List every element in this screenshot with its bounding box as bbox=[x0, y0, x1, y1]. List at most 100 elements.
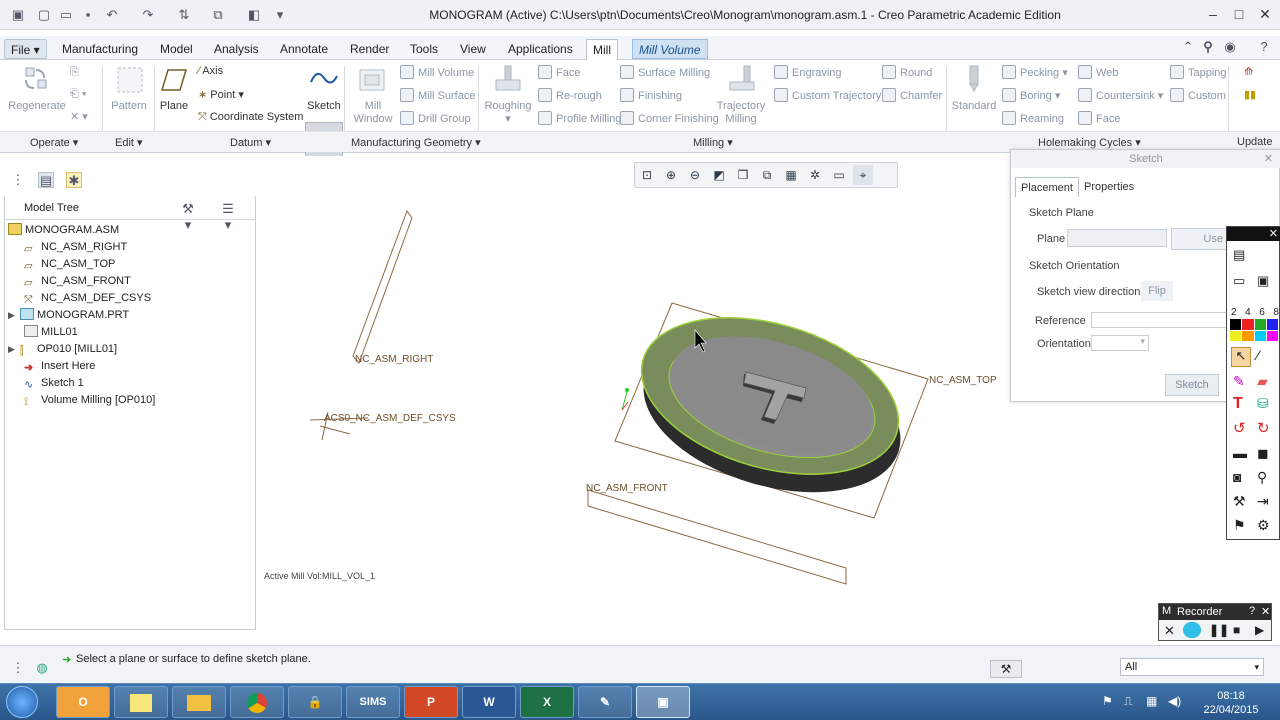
web-button[interactable]: Web bbox=[1078, 65, 1118, 79]
view-manager-icon[interactable]: ▦ bbox=[781, 165, 801, 185]
expand-icon[interactable]: ▶ bbox=[8, 341, 20, 357]
palette-window-icon[interactable]: ▣ bbox=[1257, 273, 1269, 289]
tab-view[interactable]: View bbox=[454, 39, 492, 59]
dialog-close-icon[interactable]: ✕ bbox=[1264, 152, 1273, 165]
maximize-icon[interactable]: □ bbox=[1228, 5, 1250, 23]
windows-icon[interactable]: ⧉ bbox=[210, 7, 226, 23]
selection-filter[interactable]: All ▾ bbox=[1120, 658, 1264, 676]
flip-button[interactable]: Flip bbox=[1141, 281, 1173, 301]
tab-file[interactable]: File ▾ bbox=[4, 39, 47, 59]
power-icon[interactable]: ⎍ bbox=[1124, 694, 1132, 709]
customize-toolbar-icon[interactable]: ▾ bbox=[272, 7, 288, 23]
help-icon[interactable]: ◉ bbox=[1222, 39, 1238, 55]
pattern-button[interactable]: Pattern bbox=[104, 100, 154, 113]
tree-item-monogram-prt[interactable]: ▶ MONOGRAM.PRT bbox=[8, 307, 129, 323]
standard-button[interactable]: Standard bbox=[950, 100, 998, 113]
volume-icon[interactable]: ◀) bbox=[1168, 694, 1181, 708]
tab-properties[interactable]: Properties bbox=[1079, 177, 1139, 197]
regenerate-quick-icon[interactable]: ⇅ bbox=[176, 7, 192, 23]
excel-taskbar-button[interactable]: X bbox=[520, 686, 574, 718]
sketch-dialog-sketch-button[interactable]: Sketch bbox=[1165, 374, 1219, 396]
tab-applications[interactable]: Applications bbox=[502, 39, 579, 59]
orientation-select[interactable]: ▾ bbox=[1091, 335, 1149, 351]
browser-icon[interactable]: ◍ bbox=[34, 660, 50, 676]
undo-draw-icon[interactable]: ↺ bbox=[1233, 419, 1246, 437]
close-icon[interactable]: ✕ bbox=[1254, 5, 1276, 23]
network-icon[interactable]: ▦ bbox=[1146, 694, 1157, 708]
recorder-close-icon[interactable]: ✕ bbox=[1261, 605, 1270, 618]
flag-icon[interactable]: ⚑ bbox=[1102, 694, 1113, 708]
lock-app-taskbar-button[interactable]: 🔒 bbox=[288, 686, 342, 718]
word-taskbar-button[interactable]: W bbox=[462, 686, 516, 718]
mill-volume-button[interactable]: Mill Volume bbox=[400, 65, 474, 79]
face-button[interactable]: Face bbox=[538, 65, 580, 79]
pen-width-row[interactable]: 2468 bbox=[1231, 307, 1279, 318]
update-icon[interactable]: ▮▮ bbox=[1244, 88, 1256, 101]
plane-field[interactable] bbox=[1067, 229, 1167, 247]
marker-icon[interactable]: ⛁ bbox=[1257, 395, 1269, 412]
trajectory-milling-button[interactable]: Trajectory Milling bbox=[712, 100, 770, 126]
roughing-button[interactable]: Roughing ▾ bbox=[482, 100, 534, 126]
selection-buffer-icon[interactable]: ⚒ bbox=[990, 660, 1022, 678]
blackboard-icon[interactable]: ◼ bbox=[1257, 445, 1269, 462]
point-button[interactable]: ∗ Point ▾ bbox=[198, 88, 244, 101]
undo-icon[interactable]: ↶ bbox=[104, 7, 120, 23]
tapping-button[interactable]: Tapping bbox=[1170, 65, 1227, 79]
magnifier-icon[interactable]: ⚲ bbox=[1257, 469, 1267, 486]
clock[interactable]: 08:18 22/04/2015 bbox=[1196, 689, 1266, 717]
notepad-taskbar-button[interactable]: ✎ bbox=[578, 686, 632, 718]
outlook-taskbar-button[interactable]: O bbox=[56, 686, 110, 718]
tree-item-mill01[interactable]: MILL01 bbox=[24, 324, 78, 340]
axis-button[interactable]: ⁄ Axis bbox=[198, 65, 223, 77]
redo-icon[interactable]: ↷ bbox=[140, 7, 156, 23]
face-drill-button[interactable]: Face bbox=[1078, 111, 1120, 125]
new-icon[interactable]: ▢ bbox=[36, 7, 52, 23]
group-datum[interactable]: Datum ▾ bbox=[230, 136, 271, 149]
plane-button[interactable]: Plane bbox=[154, 100, 194, 113]
tab-manufacturing[interactable]: Manufacturing bbox=[56, 39, 144, 59]
copy-icon[interactable]: ⎘ bbox=[70, 66, 79, 79]
explorer-taskbar-button[interactable] bbox=[172, 686, 226, 718]
group-holemaking[interactable]: Holemaking Cycles ▾ bbox=[1038, 136, 1141, 149]
collapse-ribbon-icon[interactable]: ⌃ bbox=[1180, 39, 1196, 55]
tab-model[interactable]: Model bbox=[154, 39, 199, 59]
chrome-taskbar-button[interactable] bbox=[230, 686, 284, 718]
round-button[interactable]: Round bbox=[882, 65, 932, 79]
tree-show-icon[interactable]: ☰ ▾ bbox=[220, 201, 236, 232]
datum-plane-right[interactable] bbox=[352, 209, 413, 364]
pen-tool-icon[interactable]: ⁄ bbox=[1257, 347, 1259, 363]
tree-item-nc-asm-def-csys[interactable]: ⤧ NC_ASM_DEF_CSYS bbox=[24, 290, 151, 306]
pin-icon[interactable]: ⚑ bbox=[1233, 517, 1246, 534]
eraser-icon[interactable]: ▰ bbox=[1257, 373, 1268, 390]
repaint-icon[interactable]: ◩ bbox=[709, 165, 729, 185]
minimize-icon[interactable]: – bbox=[1202, 5, 1224, 23]
color-swatches[interactable] bbox=[1230, 319, 1278, 341]
close-window-icon[interactable]: ◧ bbox=[246, 7, 262, 23]
spin-center-icon[interactable]: ⌖ bbox=[853, 165, 873, 185]
palette-screen-icon[interactable]: ▭ bbox=[1233, 273, 1245, 289]
tree-item-op010[interactable]: ▶ ⫿ OP010 [MILL01] bbox=[8, 341, 117, 357]
help-center-icon[interactable]: ? bbox=[1256, 39, 1272, 55]
pointer-tool-icon[interactable]: ↖ bbox=[1231, 347, 1251, 367]
model-tree-tab-icon[interactable]: ⋮ bbox=[10, 172, 26, 188]
mill-window-button[interactable]: Mill Window bbox=[348, 100, 398, 126]
profile-milling-button[interactable]: Profile Milling bbox=[538, 111, 621, 125]
pecking-button[interactable]: Pecking ▾ bbox=[1002, 65, 1068, 79]
tree-settings-icon[interactable]: ⚒ ▾ bbox=[180, 201, 196, 232]
open-icon[interactable]: ▭ bbox=[58, 7, 74, 23]
tree-item-insert-here[interactable]: ➜ Insert Here bbox=[24, 358, 95, 374]
folder-browser-icon[interactable]: ▤ bbox=[38, 172, 54, 188]
tree-item-sketch-1[interactable]: ∿ Sketch 1 bbox=[24, 375, 84, 391]
search-icon[interactable]: ⚲ bbox=[1200, 39, 1216, 55]
zoom-out-icon[interactable]: ⊖ bbox=[685, 165, 705, 185]
custom-button[interactable]: Custom bbox=[1170, 88, 1226, 102]
zoom-in-icon[interactable]: ⊕ bbox=[661, 165, 681, 185]
group-edit[interactable]: Edit ▾ bbox=[115, 136, 143, 149]
display-style-icon[interactable]: ❒ bbox=[733, 165, 753, 185]
play-path-icon[interactable]: ⟰ bbox=[1244, 65, 1253, 78]
tree-item-nc-asm-front[interactable]: ▱ NC_ASM_FRONT bbox=[24, 273, 131, 289]
redo-draw-icon[interactable]: ↻ bbox=[1257, 419, 1270, 437]
surface-milling-button[interactable]: Surface Milling bbox=[620, 65, 710, 79]
regenerate-button[interactable]: Regenerate bbox=[6, 100, 68, 113]
refit-icon[interactable]: ⊡ bbox=[637, 165, 657, 185]
